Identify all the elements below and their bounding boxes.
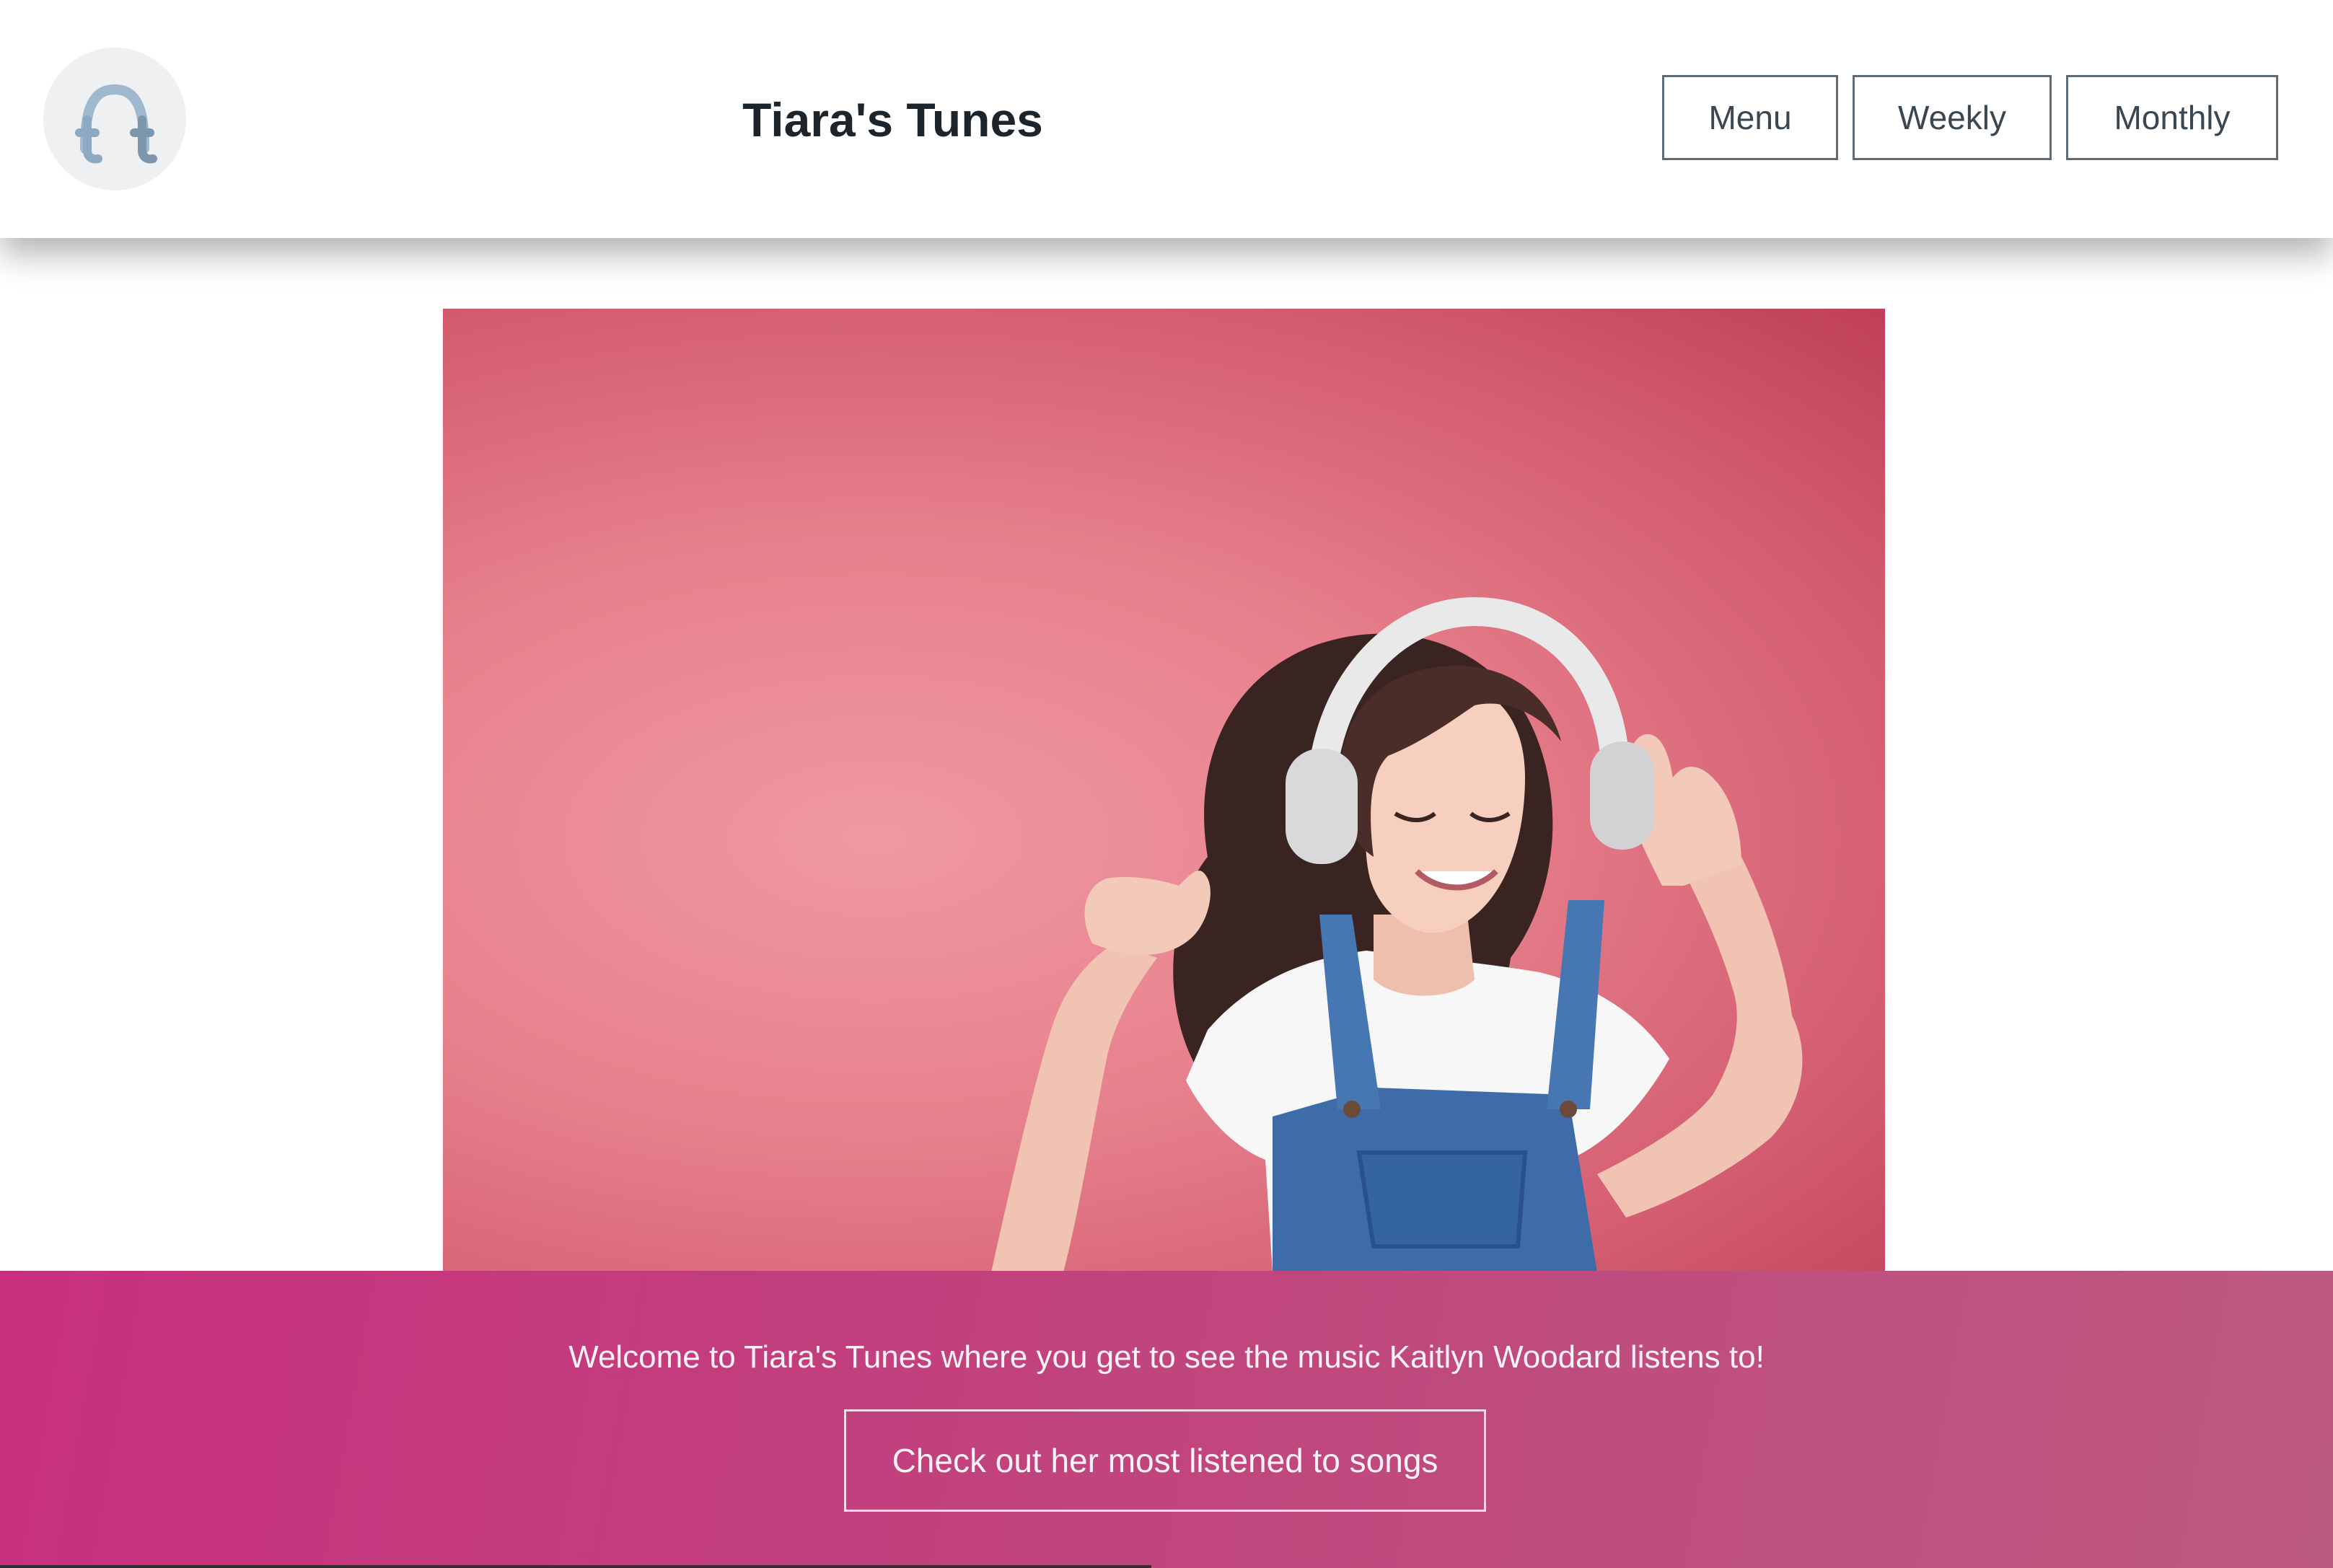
site-header: Tiara's Tunes Menu Weekly Monthly	[0, 0, 2333, 238]
welcome-text: Welcome to Tiara's Tunes where you get t…	[568, 1339, 1765, 1375]
weekly-button[interactable]: Weekly	[1853, 75, 2052, 160]
site-logo[interactable]	[43, 48, 186, 190]
headphones-t-icon	[75, 84, 157, 164]
scroll-indicator	[0, 1565, 1151, 1568]
site-title: Tiara's Tunes	[742, 93, 1043, 146]
hero-image	[443, 309, 1885, 1272]
menu-button[interactable]: Menu	[1662, 75, 1838, 160]
welcome-banner: Welcome to Tiara's Tunes where you get t…	[0, 1271, 2333, 1568]
woman-with-headphones-illustration	[991, 596, 1803, 1272]
monthly-button[interactable]: Monthly	[2066, 75, 2278, 160]
most-listened-songs-button[interactable]: Check out her most listened to songs	[844, 1409, 1486, 1512]
